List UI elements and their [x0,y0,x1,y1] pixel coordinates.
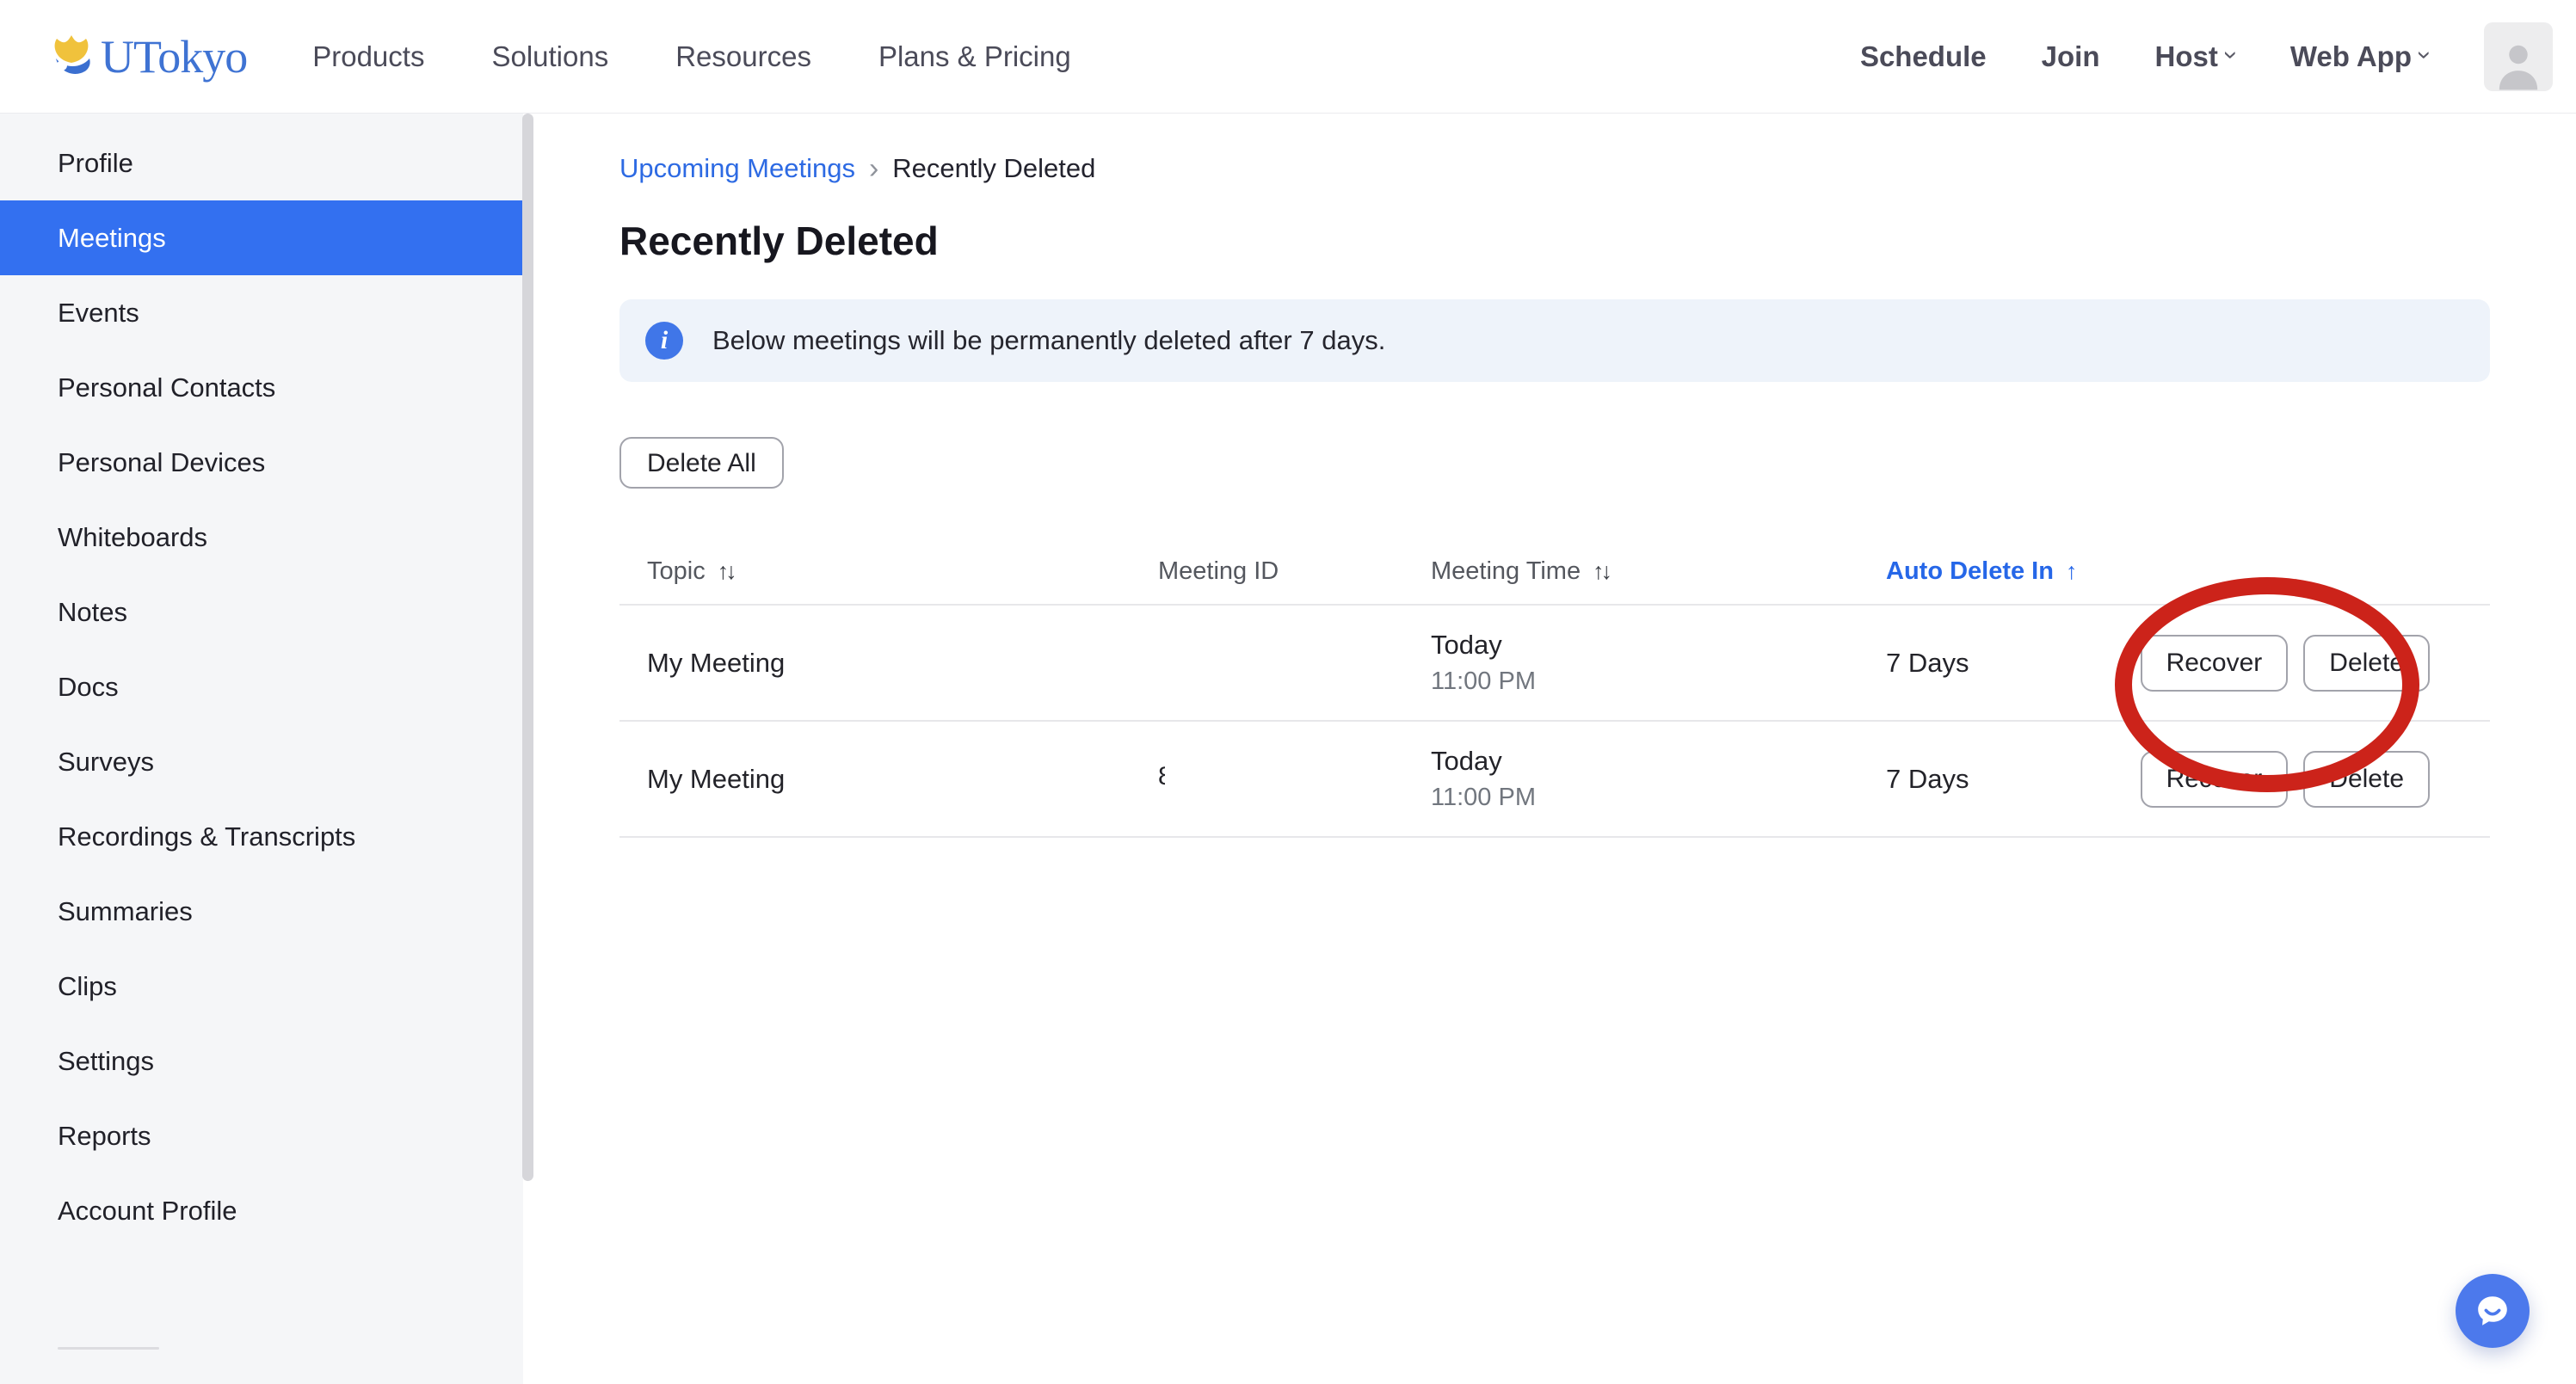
sidebar-item-meetings[interactable]: Meetings [0,200,523,275]
column-header-meeting-time[interactable]: Meeting Time ↑↓ [1431,557,1886,586]
column-header-meeting-id: Meeting ID [1158,557,1431,586]
table-row: My Meeting Today 11:00 PM 7 Days Recover… [619,606,2490,722]
delete-button[interactable]: Delete [2303,751,2430,808]
sidebar-item-summaries[interactable]: Summaries [0,874,523,949]
table-row: My Meeting 8 Today 11:00 PM 7 Days Recov… [619,722,2490,838]
breadcrumb-current: Recently Deleted [892,151,1095,186]
cell-meeting-id: 8 [1158,762,1431,796]
breadcrumb-upcoming-meetings-link[interactable]: Upcoming Meetings [619,151,855,186]
sidebar-item-settings[interactable]: Settings [0,1024,523,1098]
nav-item-products[interactable]: Products [312,40,424,73]
recently-deleted-page: UTokyo Products Solutions Resources Plan… [0,0,2576,1384]
secondary-nav: Schedule Join Host › Web App › [1860,22,2553,91]
cell-topic: My Meeting [619,764,1158,795]
cell-meeting-time: Today 11:00 PM [1431,630,1886,696]
info-banner: i Below meetings will be permanently del… [619,299,2490,382]
person-icon [2494,36,2542,91]
cell-auto-delete-in: 7 Days [1886,648,2155,679]
info-banner-text: Below meetings will be permanently delet… [712,325,1385,356]
sidebar-item-docs[interactable]: Docs [0,649,523,724]
meeting-day: Today [1431,746,1886,777]
nav-item-resources[interactable]: Resources [675,40,811,73]
settings-sidebar: Profile Meetings Events Personal Contact… [0,114,523,1384]
nav-item-solutions[interactable]: Solutions [491,40,608,73]
cell-actions: Recover Delete [2155,635,2490,692]
sidebar-item-clips[interactable]: Clips [0,949,523,1024]
sidebar-section-divider [58,1347,159,1350]
sidebar-item-reports[interactable]: Reports [0,1098,523,1173]
sidebar-item-notes[interactable]: Notes [0,575,523,649]
sidebar-item-events[interactable]: Events [0,275,523,350]
nav-item-plans-pricing[interactable]: Plans & Pricing [878,40,1071,73]
meeting-clock: 11:00 PM [1431,784,1886,812]
chevron-down-icon: › [2410,51,2439,59]
table-header-row: Topic ↑↓ Meeting ID Meeting Time ↑↓ Auto… [619,538,2490,606]
column-header-auto-delete-in[interactable]: Auto Delete In ↑ [1886,557,2155,586]
breadcrumb-separator-icon: › [869,151,878,186]
nav-item-schedule[interactable]: Schedule [1860,40,1987,73]
ginkgo-leaf-icon [49,34,94,79]
page-title: Recently Deleted [619,217,2490,265]
chevron-down-icon: › [2216,51,2246,59]
sidebar-scrollbar[interactable] [522,114,533,1181]
cell-topic: My Meeting [619,648,1158,679]
utokyo-logo[interactable]: UTokyo [49,34,247,80]
meeting-clock: 11:00 PM [1431,667,1886,696]
sort-ascending-icon: ↑ [2066,558,2078,585]
cell-meeting-time: Today 11:00 PM [1431,746,1886,812]
sidebar-item-recordings-transcripts[interactable]: Recordings & Transcripts [0,799,523,874]
sidebar-item-account-profile[interactable]: Account Profile [0,1173,523,1248]
info-icon: i [645,322,683,360]
column-header-topic[interactable]: Topic ↑↓ [619,557,1158,586]
main-content: Upcoming Meetings › Recently Deleted Rec… [533,114,2576,1384]
nav-item-join[interactable]: Join [2042,40,2100,73]
sort-both-icon: ↑↓ [1593,558,1609,585]
delete-all-button[interactable]: Delete All [619,437,784,489]
sidebar-item-personal-contacts[interactable]: Personal Contacts [0,350,523,425]
chat-support-button[interactable] [2456,1274,2530,1348]
sidebar-item-profile[interactable]: Profile [0,126,523,200]
chat-smile-icon [2470,1289,2515,1333]
top-navbar: UTokyo Products Solutions Resources Plan… [0,0,2576,114]
recover-button[interactable]: Recover [2141,751,2289,808]
nav-item-host[interactable]: Host › [2155,40,2235,73]
sidebar-item-whiteboards[interactable]: Whiteboards [0,500,523,575]
cell-auto-delete-in: 7 Days [1886,764,2155,795]
primary-nav: Products Solutions Resources Plans & Pri… [312,40,1071,73]
sidebar-item-personal-devices[interactable]: Personal Devices [0,425,523,500]
delete-button[interactable]: Delete [2303,635,2430,692]
sidebar-item-surveys[interactable]: Surveys [0,724,523,799]
logo-wordmark: UTokyo [101,34,247,80]
nav-item-web-app[interactable]: Web App › [2290,40,2429,73]
sort-both-icon: ↑↓ [718,558,734,585]
meeting-day: Today [1431,630,1886,661]
recover-button[interactable]: Recover [2141,635,2289,692]
deleted-meetings-table: Topic ↑↓ Meeting ID Meeting Time ↑↓ Auto… [619,538,2490,838]
breadcrumb: Upcoming Meetings › Recently Deleted [619,151,2490,186]
cell-actions: Recover Delete [2155,751,2490,808]
user-avatar[interactable] [2484,22,2553,91]
meeting-id-fragment: 8 [1158,762,1165,791]
